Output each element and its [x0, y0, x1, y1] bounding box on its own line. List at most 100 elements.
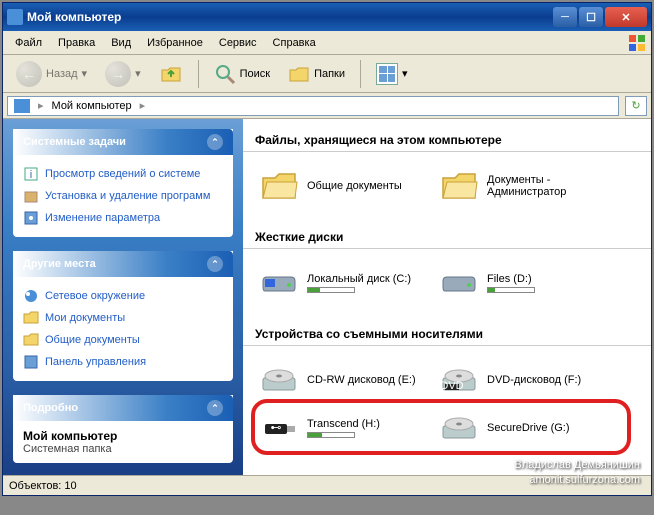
harddrive-icon	[439, 263, 479, 303]
section-drives-header: Жесткие диски	[243, 226, 651, 249]
task-change-setting[interactable]: Изменение параметра	[23, 207, 223, 229]
close-button[interactable]: ✕	[605, 7, 647, 27]
separator	[198, 60, 199, 88]
minimize-button[interactable]: ─	[553, 7, 577, 27]
folders-label: Папки	[314, 68, 345, 80]
place-control-panel[interactable]: Панель управления	[23, 351, 223, 373]
svg-text:⊷: ⊷	[271, 422, 282, 434]
item-label: Общие документы	[307, 180, 431, 192]
statusbar: Объектов: 10	[3, 475, 651, 495]
dvd-drive-icon: DVD	[439, 360, 479, 400]
back-label: Назад	[46, 68, 78, 80]
item-label: DVD-дисковод (F:)	[487, 374, 611, 386]
addressbar: ▸ Мой компьютер ▸ ↻	[3, 93, 651, 119]
collapse-icon: ⌃	[207, 400, 223, 416]
info-icon: i	[23, 166, 39, 182]
status-objects: Объектов: 10	[9, 480, 77, 492]
separator	[360, 60, 361, 88]
folder-icon	[23, 332, 39, 348]
collapse-icon: ⌃	[207, 256, 223, 272]
maximize-button[interactable]: ☐	[579, 7, 603, 27]
folder-icon	[259, 166, 299, 206]
forward-button[interactable]: → ▾	[98, 56, 148, 92]
panel-details: Подробно ⌃ Мой компьютер Системная папка	[13, 395, 233, 463]
capacity-bar	[307, 432, 355, 438]
back-button[interactable]: ← Назад ▾	[9, 56, 94, 92]
menu-file[interactable]: Файл	[7, 34, 50, 52]
item-securedrive[interactable]: SecureDrive (G:)	[435, 404, 615, 452]
titlebar[interactable]: Мой компьютер ─ ☐ ✕	[3, 3, 651, 31]
collapse-icon: ⌃	[207, 134, 223, 150]
task-add-remove[interactable]: Установка и удаление программ	[23, 185, 223, 207]
place-mydocs[interactable]: Мои документы	[23, 307, 223, 329]
item-drive-d[interactable]: Files (D:)	[435, 259, 615, 307]
folders-icon	[288, 64, 310, 84]
item-label: Документы - Администратор	[487, 174, 611, 198]
item-dvd[interactable]: DVD DVD-дисковод (F:)	[435, 356, 615, 404]
mycomputer-icon	[14, 99, 30, 113]
search-label: Поиск	[240, 68, 270, 80]
item-transcend[interactable]: ⊷ Transcend (H:)	[255, 404, 435, 452]
folders-button[interactable]: Папки	[281, 59, 352, 89]
place-network[interactable]: Сетевое окружение	[23, 285, 223, 307]
item-drive-c[interactable]: Локальный диск (C:)	[255, 259, 435, 307]
toolbar: ← Назад ▾ → ▾ Поиск Папки ▾	[3, 55, 651, 93]
item-admin-docs[interactable]: Документы - Администратор	[435, 162, 615, 210]
menu-help[interactable]: Справка	[265, 34, 324, 52]
capacity-bar	[307, 287, 355, 293]
breadcrumb-sep: ▸	[140, 99, 146, 112]
folder-icon	[439, 166, 479, 206]
views-button[interactable]: ▾	[369, 58, 415, 90]
panel-title: Другие места	[23, 258, 96, 270]
svg-text:DVD: DVD	[440, 380, 463, 392]
details-type: Системная папка	[23, 443, 223, 455]
panel-title: Системные задачи	[23, 136, 126, 148]
details-name: Мой компьютер	[23, 429, 223, 443]
menu-edit[interactable]: Правка	[50, 34, 103, 52]
content-pane: Файлы, хранящиеся на этом компьютере Общ…	[243, 119, 651, 475]
menu-view[interactable]: Вид	[103, 34, 139, 52]
panel-other-places: Другие места ⌃ Сетевое окружение Мои док…	[13, 251, 233, 381]
link-label: Панель управления	[45, 356, 146, 368]
panel-header[interactable]: Системные задачи ⌃	[13, 129, 233, 155]
body: Системные задачи ⌃ i Просмотр сведений о…	[3, 119, 651, 475]
back-arrow-icon: ←	[16, 61, 42, 87]
settings-icon	[23, 210, 39, 226]
views-icon	[376, 63, 398, 85]
item-label: Transcend (H:)	[307, 418, 380, 430]
link-label: Просмотр сведений о системе	[45, 168, 200, 180]
menu-service[interactable]: Сервис	[211, 34, 265, 52]
panel-system-tasks: Системные задачи ⌃ i Просмотр сведений о…	[13, 129, 233, 237]
link-label: Сетевое окружение	[45, 290, 145, 302]
menu-favorites[interactable]: Избранное	[139, 34, 211, 52]
up-button[interactable]	[152, 57, 190, 91]
explorer-window: Мой компьютер ─ ☐ ✕ Файл Правка Вид Избр…	[2, 2, 652, 496]
search-button[interactable]: Поиск	[207, 58, 277, 90]
menubar: Файл Правка Вид Избранное Сервис Справка	[3, 31, 651, 55]
network-icon	[23, 288, 39, 304]
panel-header[interactable]: Подробно ⌃	[13, 395, 233, 421]
cd-drive-icon	[439, 408, 479, 448]
section-removable-header: Устройства со съемными носителями	[243, 323, 651, 346]
mycomputer-icon	[7, 9, 23, 25]
breadcrumb-sep: ▸	[38, 99, 44, 112]
panel-header[interactable]: Другие места ⌃	[13, 251, 233, 277]
harddrive-icon	[259, 263, 299, 303]
link-label: Мои документы	[45, 312, 125, 324]
address-input[interactable]: ▸ Мой компьютер ▸	[7, 96, 619, 116]
panel-title: Подробно	[23, 402, 78, 414]
chevron-down-icon: ▾	[402, 67, 408, 80]
search-icon	[214, 63, 236, 85]
chevron-down-icon: ▾	[135, 67, 141, 80]
folder-up-icon	[159, 62, 183, 86]
sidebar: Системные задачи ⌃ i Просмотр сведений о…	[3, 119, 243, 475]
refresh-button[interactable]: ↻	[625, 96, 647, 116]
place-shared-docs[interactable]: Общие документы	[23, 329, 223, 351]
section-files-header: Файлы, хранящиеся на этом компьютере	[243, 129, 651, 152]
capacity-bar	[487, 287, 535, 293]
cd-drive-icon	[259, 360, 299, 400]
item-shared-docs[interactable]: Общие документы	[255, 162, 435, 210]
control-panel-icon	[23, 354, 39, 370]
item-cdrw[interactable]: CD-RW дисковод (E:)	[255, 356, 435, 404]
task-system-info[interactable]: i Просмотр сведений о системе	[23, 163, 223, 185]
